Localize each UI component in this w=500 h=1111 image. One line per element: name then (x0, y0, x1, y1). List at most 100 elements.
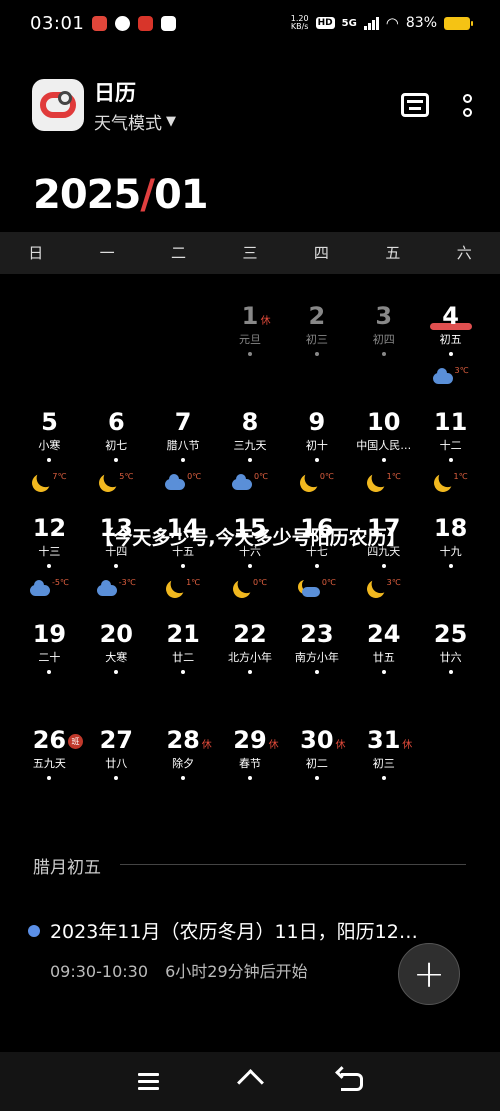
event-dot (114, 458, 119, 462)
event-dot (448, 564, 453, 568)
lunar-date: 中国人民… (356, 439, 412, 452)
event-dot (314, 670, 319, 674)
day-cell[interactable]: 11 十二 1℃ (417, 396, 484, 502)
event-dot (381, 352, 386, 356)
day-cell[interactable]: 27 廿八 (83, 714, 150, 820)
mode-selector[interactable]: 天气模式 ▼ (94, 109, 176, 134)
lunar-date: 初四 (372, 333, 395, 346)
day-cell[interactable]: 22 北方小年 (217, 608, 284, 714)
day-number: 13 (99, 514, 133, 542)
temperature: 0℃ (319, 472, 334, 481)
moon-icon (30, 471, 53, 494)
weather-forecast: 1℃ (359, 472, 409, 492)
day-cell[interactable]: 13 十四 -3℃ (83, 502, 150, 608)
add-event-button[interactable]: + (398, 943, 460, 1005)
day-cell[interactable]: 3 初四 (350, 290, 417, 396)
day-cell[interactable]: 17 四九天 3℃ (350, 502, 417, 608)
day-cell[interactable]: 24 廿五 (350, 608, 417, 714)
lunar-date: 二十 (38, 651, 61, 664)
day-number: 4 (442, 302, 459, 330)
day-cell[interactable]: 16 十七 0℃ (283, 502, 350, 608)
weather-forecast: -3℃ (91, 578, 141, 596)
cloud-icon (29, 580, 50, 596)
week-row: 19 二十 20 大寒 21 廿二 22 北方小年 23 南方小年 24 廿五 25 廿六 (16, 608, 484, 714)
day-cell[interactable]: 18 十九 (417, 502, 484, 608)
event-dot (314, 564, 319, 568)
lunar-date: 腊八节 (166, 439, 200, 452)
day-cell[interactable]: 6 初七 5℃ (83, 396, 150, 502)
day-cell[interactable]: 15 十六 0℃ (217, 502, 284, 608)
day-cell[interactable]: 31 初三休 (350, 714, 417, 820)
back-icon[interactable] (340, 1072, 363, 1091)
temperature: 0℃ (321, 578, 336, 587)
status-bar: 03:01 1.20 KB/s HD 5G ◠ 83% (0, 0, 500, 46)
lunar-date: 春节 (239, 757, 261, 770)
event-dot (314, 458, 319, 462)
day-cell[interactable]: 28 除夕休 (150, 714, 217, 820)
calendar-grid: 1 元旦休 2 初三 3 初四 4 初五 3℃ 5 小寒 7℃ 6 初七 5℃ 7 腊八节 0℃ 8 三九天 0℃ 9 初十… (16, 290, 484, 820)
day-cell[interactable]: 29 春节休 (217, 714, 284, 820)
day-cell[interactable]: 8 三九天 0℃ (217, 396, 284, 502)
event-dot (114, 564, 119, 568)
weekday-wed: 三 (242, 244, 258, 262)
weather-forecast: 1℃ (158, 578, 208, 598)
day-cell[interactable]: 30 初二休 (283, 714, 350, 820)
notification-app-icon (92, 15, 108, 31)
weekday-tue: 二 (171, 244, 187, 262)
day-cell[interactable]: 1 元旦休 (217, 290, 284, 396)
temperature: 1℃ (186, 578, 201, 587)
day-cell[interactable]: 21 廿二 (150, 608, 217, 714)
lunar-date: 南方小年 (294, 651, 339, 664)
event-dot (248, 352, 252, 356)
app-title: 日历 (94, 80, 136, 105)
network-speed: 1.20 KB/s (291, 15, 309, 31)
temperature: 0℃ (252, 578, 268, 587)
calendar-view-icon[interactable] (401, 93, 429, 117)
empty-cell (417, 714, 484, 820)
day-cell[interactable]: 7 腊八节 0℃ (150, 396, 217, 502)
empty-cell (150, 290, 217, 396)
temperature: 1℃ (386, 472, 401, 481)
signal-icon (363, 16, 379, 30)
hd-icon: HD (315, 17, 335, 29)
network-type: 5G (341, 17, 357, 29)
selected-date-label: 腊月初五 (33, 858, 101, 878)
moon-icon (297, 471, 320, 494)
lunar-date: 初三 (372, 757, 395, 770)
day-number: 9 (308, 408, 326, 436)
moon-icon (97, 471, 120, 494)
day-cell[interactable]: 12 十三 -5℃ (16, 502, 83, 608)
day-cell[interactable]: 25 廿六 (417, 608, 484, 714)
day-number: 22 (233, 620, 267, 648)
day-cell[interactable]: 5 小寒 7℃ (16, 396, 83, 502)
divider (120, 864, 466, 865)
event-time: 09:30-10:30 (50, 962, 148, 981)
more-options-icon[interactable] (463, 93, 472, 117)
day-cell[interactable]: 20 大寒 (83, 608, 150, 714)
day-number: 23 (300, 620, 334, 648)
battery-percent: 83% (405, 15, 437, 31)
event-dot (47, 458, 52, 462)
event-dot (248, 670, 252, 674)
year: 2025 (33, 172, 141, 218)
temperature: 1℃ (453, 472, 468, 481)
day-cell[interactable]: 2 初三 (283, 290, 350, 396)
lunar-date: 廿八 (105, 757, 128, 770)
day-cell[interactable]: 14 十五 1℃ (150, 502, 217, 608)
day-number: 11 (433, 408, 468, 436)
day-cell[interactable]: 10 中国人民… 1℃ (350, 396, 417, 502)
week-row: 1 元旦休 2 初三 3 初四 4 初五 3℃ (16, 290, 484, 396)
day-cell[interactable]: 23 南方小年 (283, 608, 350, 714)
day-number: 12 (32, 514, 67, 542)
day-cell[interactable]: 4 初五 3℃ (417, 290, 484, 396)
day-cell[interactable]: 26 五九天班 (16, 714, 83, 820)
menu-icon[interactable] (137, 1073, 159, 1090)
event-dot (314, 352, 319, 356)
weather-forecast: 5℃ (91, 471, 141, 494)
year-month-title[interactable]: 2025/01 (33, 172, 209, 218)
lunar-date: 廿二 (172, 651, 195, 664)
day-cell[interactable]: 9 初十 0℃ (283, 396, 350, 502)
day-cell[interactable]: 19 二十 (16, 608, 83, 714)
home-icon[interactable] (239, 1071, 261, 1093)
weather-forecast: 0℃ (225, 578, 275, 598)
